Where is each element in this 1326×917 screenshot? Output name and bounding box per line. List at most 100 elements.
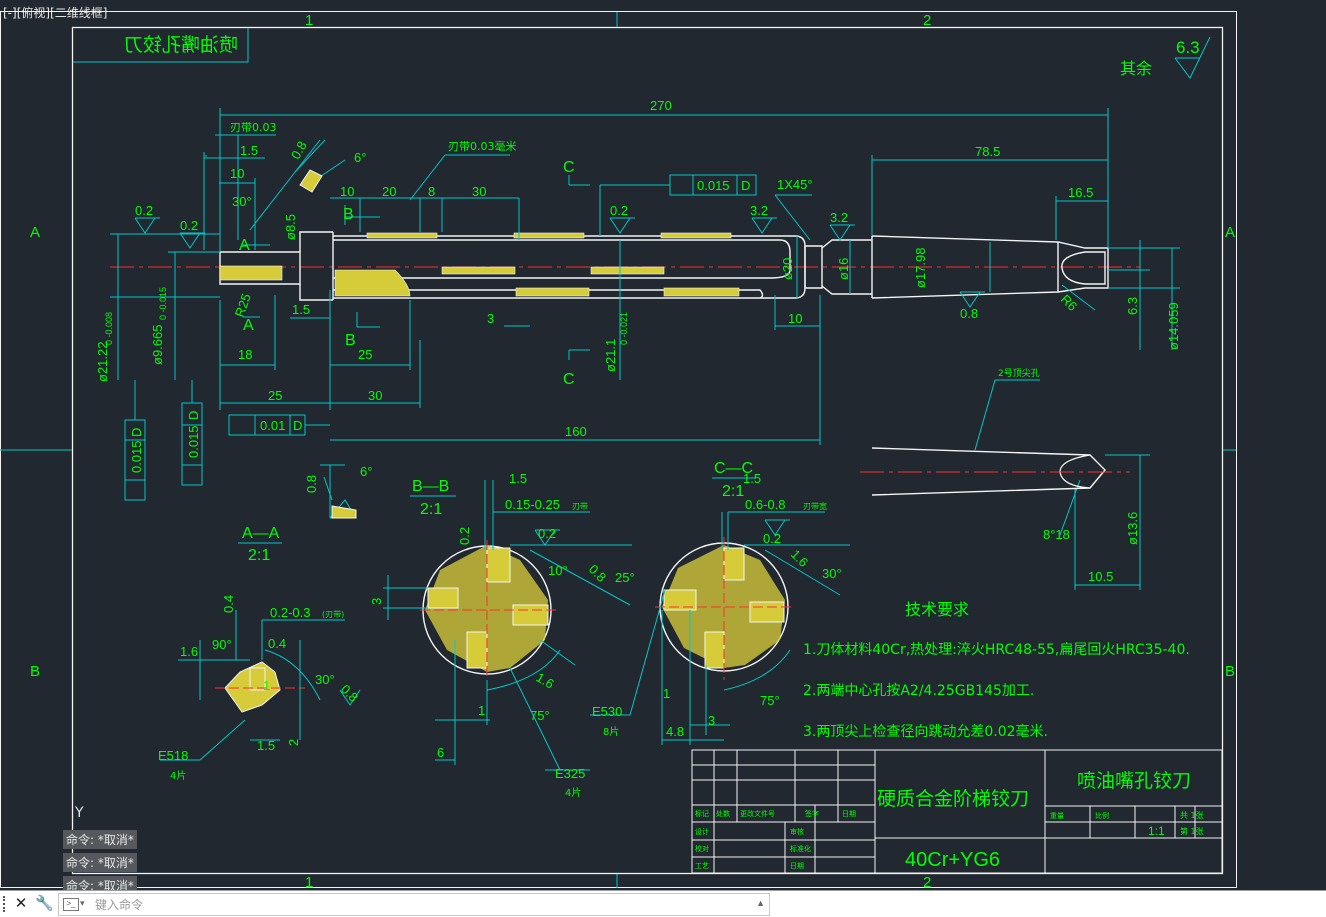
tech-note-1: 1.刀体材料40Cr,热处理:淬火HRC48-55,扁尾回火HRC35-40.	[803, 642, 1190, 658]
section-bb-title: B—B	[412, 478, 449, 495]
zone-1-top: 1	[305, 12, 313, 29]
technical-requirements: 技术要求 1.刀体材料40Cr,热处理:淬火HRC48-55,扁尾回火HRC35…	[803, 600, 1190, 740]
col-doc: 更改文件号	[740, 809, 775, 818]
bb-0-2-b: 0.2	[538, 526, 556, 541]
tol-21-1: 0 -0.021	[619, 312, 629, 345]
dia-20: ø20	[780, 258, 795, 280]
dim-160: 160	[565, 424, 587, 439]
dim-16-5: 16.5	[1068, 185, 1093, 200]
dia-8-5: ø8.5	[283, 214, 298, 240]
dim-30-b: 30	[368, 388, 382, 403]
dim-25-b: 25	[268, 388, 282, 403]
note-margin-width-2: 刃带0.03毫米	[448, 139, 517, 153]
bb-e325: E325	[555, 766, 585, 781]
aa-e518-count: 4片	[170, 769, 186, 782]
chevron-up-icon[interactable]: ▲	[756, 898, 765, 908]
dim-30deg: 30°	[232, 194, 252, 209]
dia-13-6: ø13.6	[1125, 512, 1140, 545]
cc-1: 1	[663, 686, 670, 701]
reamer-main-view	[110, 231, 1140, 301]
dim-1-5-b: 1.5	[292, 302, 310, 317]
zone-a-right: A	[1225, 224, 1235, 241]
customize-wrench-icon[interactable]: 🔧	[35, 894, 54, 914]
dim-0-8-b: 0.8	[304, 475, 319, 493]
sheets-total: 共 1张	[1180, 811, 1204, 820]
zone-1-bottom: 1	[305, 874, 313, 890]
bb-10deg: 10°	[548, 563, 568, 578]
section-mark-c-top: C	[563, 159, 575, 176]
drawing-name: 喷油嘴孔铰刀	[1077, 770, 1191, 792]
bb-1-5: 1.5	[509, 471, 527, 486]
dim-0-8: 0.8	[288, 139, 310, 162]
angle-8-18: 8°18	[1043, 527, 1070, 542]
dim-6deg-b: 6°	[360, 464, 372, 479]
row-proof: 校对	[695, 844, 709, 853]
zone-2-bottom: 2	[923, 874, 931, 890]
row-process: 工艺	[695, 862, 709, 870]
drawing-viewport[interactable]: [-][俯视][二维线框] 1 2 1 2 A B A B 喷油嘴孔铰刀 其余 …	[0, 0, 1326, 895]
command-input[interactable]	[93, 895, 747, 914]
cc-0-6-note: 刃带宽	[803, 501, 827, 511]
scale-value: 1:1	[1148, 824, 1165, 838]
dim-270: 270	[650, 98, 672, 113]
cc-3: 3	[708, 713, 715, 728]
row-date2: 日期	[790, 862, 804, 870]
tech-note-2: 2.两端中心孔按A2/4.25GB145加工.	[803, 683, 1034, 699]
section-mark-b-top: B	[343, 206, 354, 223]
cad-drawing[interactable]: 1 2 1 2 A B A B 喷油嘴孔铰刀 其余 6.3 270 78.5 1…	[0, 0, 1326, 890]
rough-3-2-a: 3.2	[750, 203, 768, 218]
mirrored-title: 喷油嘴孔铰刀	[124, 34, 238, 56]
dim-18: 18	[238, 347, 252, 362]
drag-grip[interactable]	[3, 896, 9, 912]
bb-0-15-note: 刃带	[572, 502, 588, 511]
cc-0-6-0-8: 0.6-0.8	[745, 497, 785, 512]
aa-0-4-b: 0.4	[268, 636, 286, 651]
dim-20: 20	[382, 184, 396, 199]
perp-datum: D	[293, 418, 302, 433]
dia-14-059: ø14.059	[1166, 302, 1181, 350]
row-check: 审核	[790, 827, 804, 836]
dim-10-5: 10.5	[1088, 569, 1113, 584]
cc-30deg: 30°	[822, 566, 842, 581]
chevron-down-icon[interactable]: ▾	[80, 898, 85, 909]
cc-75deg: 75°	[760, 693, 780, 708]
cc-0-2: 0.2	[763, 531, 781, 546]
command-prompt-icon[interactable]: >_	[63, 898, 79, 911]
section-mark-a-bottom: A	[243, 317, 254, 334]
runout-datum-left: D	[129, 428, 144, 437]
aa-0-2-0-3: 0.2-0.3	[270, 605, 310, 620]
tech-note-3: 3.两顶尖上检查径向跳动允差0.02毫米.	[803, 723, 1048, 740]
bb-3: 3	[369, 598, 384, 605]
perp-tol-value: 0.01	[260, 418, 285, 433]
section-c-c: C—C 2:1 1.5 0.6-0.8 刃带宽 0.2 1.6 30° 75° …	[590, 460, 850, 745]
command-history: 命令: *取消* 命令: *取消* 命令: *取消*	[63, 830, 137, 899]
dia-21-22: ø21.22	[95, 342, 110, 382]
rough-0-2-b: 0.2	[180, 218, 198, 233]
runout-datum-left-2: D	[186, 411, 201, 420]
close-icon[interactable]: ✕	[12, 894, 30, 914]
section-mark-b-bottom: B	[345, 332, 356, 349]
zone-a-left: A	[30, 224, 40, 241]
dia-9-665: ø9.665	[150, 325, 165, 365]
section-cc-scale: 2:1	[722, 483, 744, 500]
tol-9-665: 0 -0.015	[158, 287, 168, 320]
bb-1: 1	[478, 703, 485, 718]
zone-2-top: 2	[923, 12, 931, 29]
bb-e325-count: 4片	[565, 786, 581, 799]
bb-0-8: 0.8	[586, 562, 609, 585]
dia-17-98: ø17.98	[913, 248, 928, 288]
aa-1-5: 1.5	[257, 738, 275, 753]
zone-b-left: B	[30, 663, 40, 680]
aa-90deg: 90°	[212, 637, 232, 652]
runout-tol-value: 0.015	[697, 178, 730, 193]
weight-label: 重量	[1050, 812, 1064, 820]
command-bar: ✕ 🔧 >_ ▾ ▲	[0, 890, 1326, 917]
section-aa-title: A—A	[242, 525, 280, 542]
ucs-icon: Y	[75, 805, 84, 821]
surface-default-value: 6.3	[1176, 38, 1200, 57]
bb-0-2-a: 0.2	[457, 527, 472, 545]
col-mark: 标记	[695, 809, 709, 818]
command-history-line: 命令: *取消*	[63, 830, 137, 849]
dim-6deg: 6°	[354, 150, 366, 165]
aa-1: 1	[263, 678, 270, 693]
